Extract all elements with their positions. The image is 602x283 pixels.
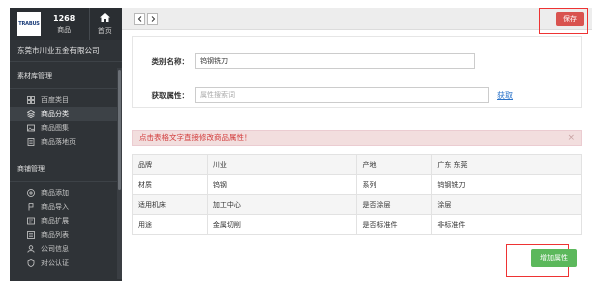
sidebar-item-corporate-auth[interactable]: 对公认证	[10, 256, 122, 270]
sidebar-item-company-info[interactable]: 公司信息	[10, 242, 122, 256]
sidebar-item-label: 商品添加	[41, 189, 69, 197]
attr-value[interactable]: 金属切削	[206, 214, 358, 235]
sidebar-item-extend-product[interactable]: 商品扩展	[10, 214, 122, 228]
main-panel: 保存 类别名称： 钨钢铣刀 获取属性： 属性搜索词 获取 点击表格文字直接修改商…	[122, 8, 592, 281]
sidebar-item-label: 商品分类	[41, 110, 69, 118]
grid-icon	[26, 96, 35, 105]
shield-icon	[26, 259, 35, 268]
category-name-input[interactable]: 钨钢铣刀	[195, 53, 475, 69]
sidebar: TRABUS 1268 商品 首页 东莞市川业五金有限公司 素材库管理 百度类目…	[10, 8, 122, 281]
sidebar-item-label: 百度类目	[41, 96, 69, 104]
attribute-table: 品牌 川业 产地 广东 东莞 材质 钨钢 系列 钨钢铣刀 适用机床 加工中心 是…	[132, 154, 582, 235]
attr-key[interactable]: 品牌	[132, 154, 208, 175]
attr-value[interactable]: 广东 东莞	[431, 154, 582, 175]
sidebar-item-label: 商品图集	[41, 124, 69, 132]
list-icon	[26, 231, 35, 240]
category-name-row: 类别名称： 钨钢铣刀	[133, 53, 475, 69]
sidebar-header: TRABUS 1268 商品 首页	[10, 8, 122, 40]
sidebar-item-label: 商品列表	[41, 231, 69, 239]
top-toolbar: 保存	[122, 8, 592, 34]
table-row: 材质 钨钢 系列 钨钢铣刀	[132, 174, 582, 195]
attr-key[interactable]: 系列	[356, 174, 433, 195]
sidebar-item-baidu-category[interactable]: 百度类目	[10, 93, 122, 107]
fetch-attribute-link[interactable]: 获取	[497, 90, 513, 101]
section-shop: 商铺管理	[17, 165, 45, 173]
company-logo: TRABUS	[17, 12, 41, 36]
sidebar-item-product-list[interactable]: 商品列表	[10, 228, 122, 242]
divider	[10, 88, 122, 89]
attr-key[interactable]: 产地	[356, 154, 433, 175]
sidebar-item-import-product[interactable]: 商品导入	[10, 200, 122, 214]
add-attribute-button[interactable]: 增加属性	[531, 249, 577, 267]
sidebar-item-product-gallery[interactable]: 商品图集	[10, 121, 122, 135]
sidebar-item-landing-page[interactable]: 商品落地页	[10, 135, 122, 149]
category-name-label: 类别名称：	[151, 56, 190, 66]
sidebar-item-label: 商品落地页	[41, 138, 76, 146]
attr-key[interactable]: 适用机床	[132, 194, 208, 215]
sidebar-item-label: 商品导入	[41, 203, 69, 211]
expand-icon	[26, 217, 35, 226]
forward-button[interactable]	[147, 13, 158, 25]
attr-key[interactable]: 材质	[132, 174, 208, 195]
attr-key[interactable]: 是否涂层	[356, 194, 433, 215]
attr-value[interactable]: 川业	[206, 154, 358, 175]
attr-value[interactable]: 加工中心	[206, 194, 358, 215]
attr-value[interactable]: 非标准件	[431, 214, 582, 235]
import-icon	[26, 203, 35, 212]
home-icon	[99, 12, 110, 24]
home-label: 首页	[97, 26, 112, 35]
close-icon[interactable]: ×	[567, 131, 575, 145]
category-form: 类别名称： 钨钢铣刀 获取属性： 属性搜索词 获取	[132, 36, 582, 108]
section-material: 素材库管理	[17, 72, 52, 80]
back-button[interactable]	[134, 13, 145, 25]
plus-circle-icon	[26, 189, 35, 198]
user-icon	[26, 245, 35, 254]
chevron-right-icon	[151, 16, 155, 22]
product-count-label: 商品	[57, 25, 72, 34]
attribute-search-input[interactable]: 属性搜索词	[195, 87, 489, 103]
attr-key[interactable]: 是否标准件	[356, 214, 433, 235]
attr-value[interactable]: 钨钢	[206, 174, 358, 195]
get-attribute-label: 获取属性：	[151, 90, 190, 100]
sidebar-item-label: 对公认证	[41, 259, 69, 267]
sidebar-scroll-thumb[interactable]	[118, 70, 121, 190]
sidebar-item-add-product[interactable]: 商品添加	[10, 186, 122, 200]
company-name: 东莞市川业五金有限公司	[10, 40, 122, 62]
table-row: 用途 金属切削 是否标准件 非标准件	[132, 214, 582, 235]
get-attribute-row: 获取属性： 属性搜索词 获取	[133, 87, 513, 103]
attr-value[interactable]: 钨钢铣刀	[431, 174, 582, 195]
product-count-number: 1268	[53, 13, 76, 23]
table-row: 适用机床 加工中心 是否涂层 涂层	[132, 194, 582, 215]
alert-text: 点击表格文字直接修改商品属性！	[139, 133, 252, 142]
logo-text: TRABUS	[18, 21, 40, 27]
attr-key[interactable]: 用途	[132, 214, 208, 235]
sidebar-item-label: 商品扩展	[41, 217, 69, 225]
table-row: 品牌 川业 产地 广东 东莞	[132, 154, 582, 175]
edit-hint-alert: 点击表格文字直接修改商品属性！ ×	[132, 130, 582, 146]
page-icon	[26, 138, 35, 147]
save-button[interactable]: 保存	[556, 12, 584, 26]
attr-value[interactable]: 涂层	[431, 194, 582, 215]
divider	[10, 181, 122, 182]
image-icon	[26, 124, 35, 133]
sidebar-item-label: 公司信息	[41, 245, 69, 253]
product-count[interactable]: 1268 商品	[53, 14, 75, 35]
sidebar-item-product-category[interactable]: 商品分类	[10, 107, 122, 121]
chevron-left-icon	[137, 16, 141, 22]
layers-icon	[26, 110, 35, 119]
home-button[interactable]: 首页	[89, 8, 119, 40]
